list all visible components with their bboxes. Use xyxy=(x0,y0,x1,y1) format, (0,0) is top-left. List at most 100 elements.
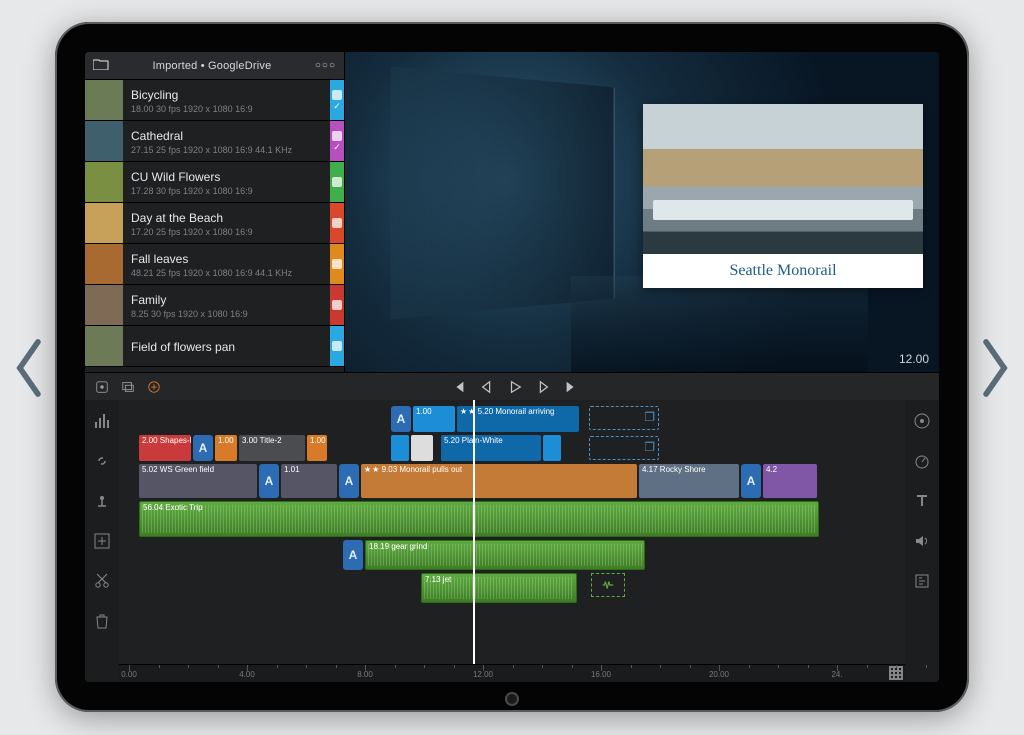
library-more-menu[interactable]: ○○○ xyxy=(315,60,336,71)
clip-meta: 18.00 30 fps 1920 x 1080 16:9 xyxy=(131,103,322,115)
timeline-clip[interactable]: 3.00 Title-2 xyxy=(239,435,305,461)
clip-meta: 17.20 25 fps 1920 x 1080 16:9 xyxy=(131,226,322,238)
timeline-clip[interactable]: 4.17 Rocky Shore xyxy=(639,464,739,498)
timeline-clip[interactable] xyxy=(411,435,433,461)
audio-clip[interactable]: 56.04 Exotic Trip xyxy=(139,501,819,537)
clip-meta: 48.21 25 fps 1920 x 1080 16:9 44.1 KHz xyxy=(131,267,322,279)
library-breadcrumb[interactable]: Imported • GoogleDrive xyxy=(109,60,315,72)
check-icon: ✓ xyxy=(333,102,341,111)
timeline-clip[interactable]: ★★ 5.20 Monorail arriving xyxy=(457,406,579,432)
keyframe-tool[interactable] xyxy=(91,490,113,512)
timeline-clip[interactable]: 4.2 xyxy=(763,464,817,498)
clip-thumbnail xyxy=(85,121,123,161)
link-tool[interactable] xyxy=(91,450,113,472)
timeline-clip[interactable]: A xyxy=(391,406,411,432)
timeline-clip[interactable]: 2.00 Shapes-N xyxy=(139,435,191,461)
speed-tool[interactable] xyxy=(911,450,933,472)
step-back-button[interactable] xyxy=(480,380,494,394)
text-tool[interactable] xyxy=(911,490,933,512)
timeline-clip[interactable]: A xyxy=(741,464,761,498)
timeline-clip[interactable]: A xyxy=(343,540,363,570)
transport-bar xyxy=(85,372,939,400)
prev-button[interactable] xyxy=(452,380,466,394)
add-clip-icon[interactable] xyxy=(147,380,161,394)
clip-title: Field of flowers pan xyxy=(131,340,322,355)
ruler-label: 4.00 xyxy=(239,670,255,679)
transition-placeholder[interactable]: ❐ xyxy=(589,406,659,430)
playhead[interactable] xyxy=(473,400,475,664)
library-item[interactable]: Fall leaves48.21 25 fps 1920 x 1080 16:9… xyxy=(85,244,344,285)
disk-tool[interactable] xyxy=(911,410,933,432)
library-item[interactable]: Bicycling18.00 30 fps 1920 x 1080 16:9 ✓ xyxy=(85,80,344,121)
library-item[interactable]: Family8.25 30 fps 1920 x 1080 16:9 xyxy=(85,285,344,326)
time-ruler[interactable]: 0.004.008.0012.0016.0020.0024. xyxy=(119,664,905,682)
clip-color-tag[interactable] xyxy=(330,326,344,366)
timeline-clip[interactable]: 1.00 xyxy=(413,406,455,432)
ipad-home-button xyxy=(505,692,519,706)
volume-tool[interactable] xyxy=(911,530,933,552)
title-card-image xyxy=(643,104,923,254)
clip-thumbnail xyxy=(85,244,123,284)
timeline-clip[interactable]: 5.20 Plain-White xyxy=(441,435,541,461)
ruler-label: 8.00 xyxy=(357,670,373,679)
clip-color-tag[interactable]: ✓ xyxy=(330,121,344,161)
prev-screenshot-arrow[interactable] xyxy=(12,338,48,398)
transition-placeholder[interactable]: ❐ xyxy=(589,436,659,460)
timeline-clip[interactable] xyxy=(543,435,561,461)
clip-meta: 17.28 30 fps 1920 x 1080 16:9 xyxy=(131,185,322,197)
library-item[interactable]: Cathedral27.15 25 fps 1920 x 1080 16:9 4… xyxy=(85,121,344,162)
levels-tool[interactable] xyxy=(91,410,113,432)
clip-title: Fall leaves xyxy=(131,252,322,267)
timeline-clip[interactable]: 1.01 xyxy=(281,464,337,498)
preview-title-card: Seattle Monorail xyxy=(643,104,923,288)
next-screenshot-arrow[interactable] xyxy=(976,338,1012,398)
clip-color-tag[interactable] xyxy=(330,285,344,325)
clip-color-tag[interactable] xyxy=(330,244,344,284)
add-tool[interactable] xyxy=(91,530,113,552)
clip-thumbnail xyxy=(85,326,123,366)
clip-title: Cathedral xyxy=(131,129,322,144)
play-button[interactable] xyxy=(508,380,522,394)
markers-icon[interactable] xyxy=(95,380,109,394)
clip-color-tag[interactable] xyxy=(330,203,344,243)
clip-thumbnail xyxy=(85,203,123,243)
library-list: Bicycling18.00 30 fps 1920 x 1080 16:9✓C… xyxy=(85,80,344,372)
left-toolbar xyxy=(85,400,119,682)
timeline-clip[interactable]: A xyxy=(259,464,279,498)
timeline-clip[interactable]: A xyxy=(339,464,359,498)
clip-title: Bicycling xyxy=(131,88,322,103)
timeline-clip[interactable]: 1.00 xyxy=(307,435,327,461)
audio-ducking-icon[interactable] xyxy=(591,573,625,597)
clip-color-tag[interactable]: ✓ xyxy=(330,80,344,120)
library-item[interactable]: Field of flowers pan xyxy=(85,326,344,367)
library-item[interactable]: CU Wild Flowers17.28 30 fps 1920 x 1080 … xyxy=(85,162,344,203)
title-card-caption: Seattle Monorail xyxy=(643,254,923,288)
timeline-clip[interactable]: ★★ 9.03 Monorail pulls out xyxy=(361,464,637,498)
folder-icon[interactable] xyxy=(93,57,109,75)
clip-color-tag[interactable] xyxy=(330,162,344,202)
clip-title: CU Wild Flowers xyxy=(131,170,322,185)
app-screen: Imported • GoogleDrive ○○○ Bicycling18.0… xyxy=(85,52,939,682)
clip-meta: 27.15 25 fps 1920 x 1080 16:9 44.1 KHz xyxy=(131,144,322,156)
timeline-clip[interactable]: 1.00 xyxy=(215,435,237,461)
timeline-clip[interactable]: 5.02 WS Green field xyxy=(139,464,257,498)
transport-controls xyxy=(171,380,859,394)
timeline-clip[interactable] xyxy=(391,435,409,461)
timeline[interactable]: A1.00★★ 5.20 Monorail arriving 2.00 Shap… xyxy=(119,400,905,682)
clip-title: Day at the Beach xyxy=(131,211,322,226)
cut-tool[interactable] xyxy=(91,570,113,592)
timeline-clip[interactable]: A xyxy=(193,435,213,461)
step-fwd-button[interactable] xyxy=(536,380,550,394)
audio-clip[interactable]: 7.13 jet xyxy=(421,573,577,603)
audio-clip[interactable]: 18.19 gear grind xyxy=(365,540,645,570)
library-item[interactable]: Day at the Beach17.20 25 fps 1920 x 1080… xyxy=(85,203,344,244)
trash-tool[interactable] xyxy=(91,610,113,632)
next-button[interactable] xyxy=(564,380,578,394)
preview-timecode: 12.00 xyxy=(899,352,929,366)
preview-monitor[interactable]: Seattle Monorail 12.00 xyxy=(345,52,939,372)
fx-tool[interactable] xyxy=(911,570,933,592)
clip-thumbnail xyxy=(85,285,123,325)
timeline-zoom-icon[interactable] xyxy=(889,666,903,680)
library-panel: Imported • GoogleDrive ○○○ Bicycling18.0… xyxy=(85,52,345,372)
display-settings-icon[interactable] xyxy=(121,380,135,394)
